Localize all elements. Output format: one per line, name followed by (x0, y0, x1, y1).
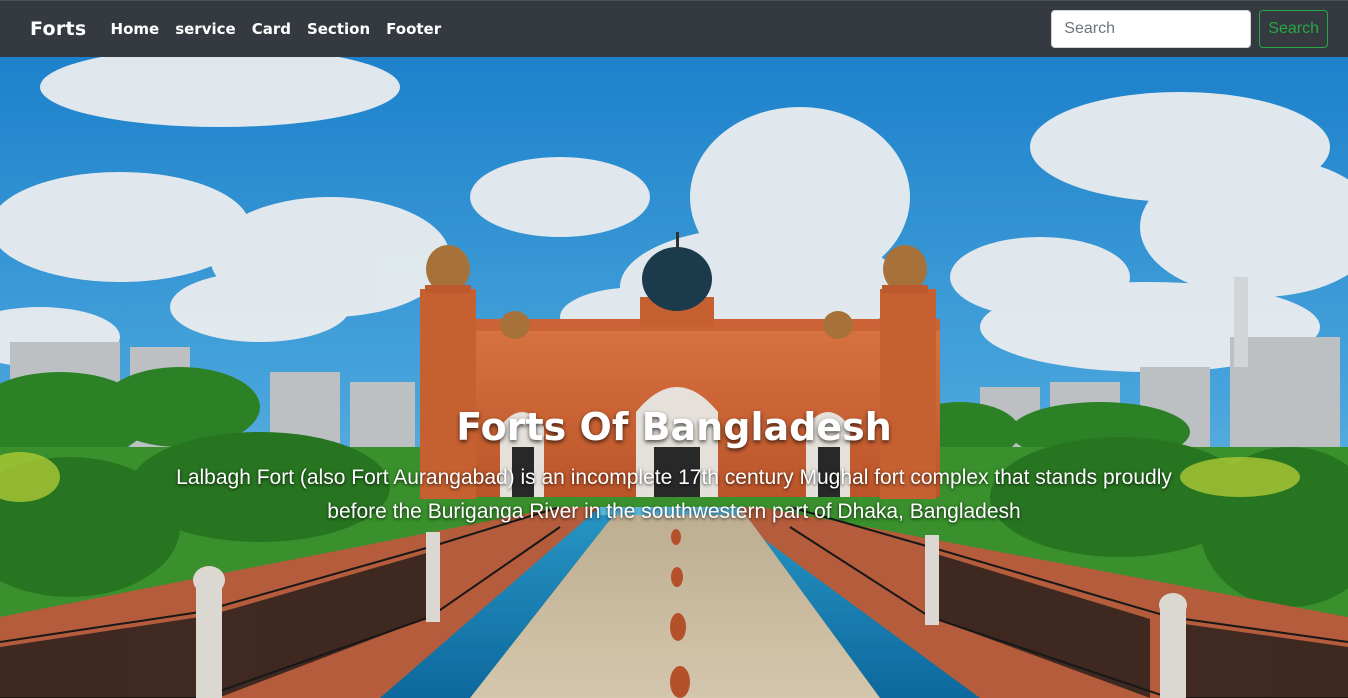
nav-links: Home service Card Section Footer (111, 20, 442, 38)
nav-link-footer[interactable]: Footer (386, 20, 441, 38)
hero-section: Forts Of Bangladesh Lalbagh Fort (also F… (0, 57, 1348, 698)
search-input[interactable] (1051, 10, 1252, 48)
navbar-brand[interactable]: Forts (30, 18, 87, 40)
search-button[interactable]: Search (1259, 10, 1328, 48)
hero-caption: Forts Of Bangladesh Lalbagh Fort (also F… (0, 405, 1348, 529)
nav-link-card[interactable]: Card (252, 20, 291, 38)
nav-link-section[interactable]: Section (307, 20, 370, 38)
navbar: Forts Home service Card Section Footer S… (0, 0, 1348, 57)
search-form: Search (1051, 10, 1328, 48)
hero-description: Lalbagh Fort (also Fort Aurangabad) is a… (176, 466, 1172, 523)
nav-link-service[interactable]: service (175, 20, 235, 38)
hero-title: Forts Of Bangladesh (456, 405, 892, 449)
hero-overlay (0, 57, 1348, 698)
nav-link-home[interactable]: Home (111, 20, 160, 38)
